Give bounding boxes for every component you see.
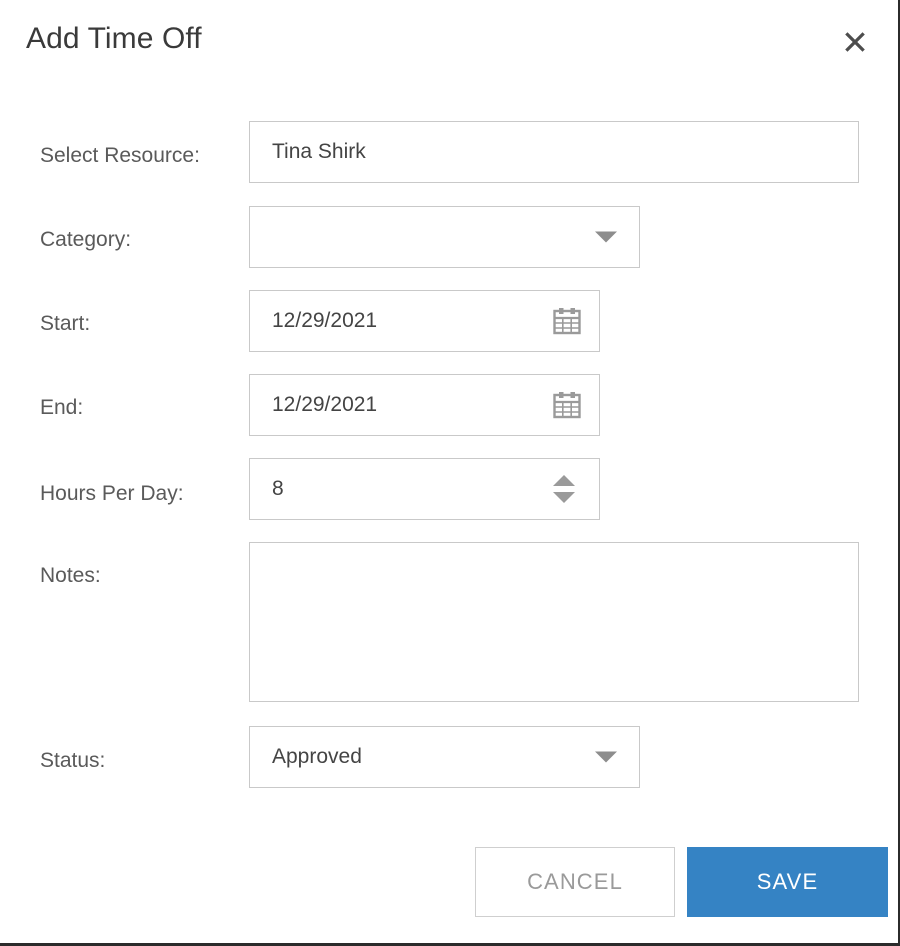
status-value: Approved — [272, 745, 362, 768]
end-date-value: 12/29/2021 — [272, 393, 378, 416]
start-date-input[interactable]: 12/29/2021 — [249, 290, 600, 352]
label-start: Start: — [40, 312, 91, 335]
start-date-value: 12/29/2021 — [272, 309, 378, 332]
label-category: Category: — [40, 228, 132, 251]
end-date-input[interactable]: 12/29/2021 — [249, 374, 600, 436]
label-end: End: — [40, 396, 84, 419]
hours-per-day-value: 8 — [272, 477, 284, 500]
label-select-resource: Select Resource: — [40, 144, 200, 167]
dialog-footer: CANCEL SAVE — [0, 847, 900, 921]
dialog-header: Add Time Off — [0, 0, 900, 88]
select-resource-value: Tina Shirk — [272, 140, 366, 163]
cancel-button[interactable]: CANCEL — [475, 847, 675, 917]
calendar-icon[interactable] — [553, 307, 581, 335]
label-notes: Notes: — [40, 564, 101, 587]
chevron-down-icon[interactable] — [595, 231, 617, 243]
label-hours-per-day: Hours Per Day: — [40, 482, 184, 505]
close-button[interactable] — [838, 25, 872, 59]
spinner-down-icon[interactable] — [553, 492, 575, 503]
category-select[interactable] — [249, 206, 640, 268]
close-icon — [840, 27, 870, 57]
label-status: Status: — [40, 749, 106, 772]
select-resource-input[interactable]: Tina Shirk — [249, 121, 859, 183]
add-time-off-dialog: Add Time Off Select Resource: Tina Shirk… — [0, 0, 900, 946]
hours-per-day-input[interactable]: 8 — [249, 458, 600, 520]
chevron-down-icon[interactable] — [595, 751, 617, 763]
status-select[interactable]: Approved — [249, 726, 640, 788]
quantity-stepper[interactable] — [553, 475, 575, 503]
spinner-up-icon[interactable] — [553, 475, 575, 486]
save-button[interactable]: SAVE — [687, 847, 888, 917]
calendar-icon[interactable] — [553, 391, 581, 419]
page-title: Add Time Off — [26, 22, 202, 55]
notes-textarea[interactable] — [249, 542, 859, 702]
